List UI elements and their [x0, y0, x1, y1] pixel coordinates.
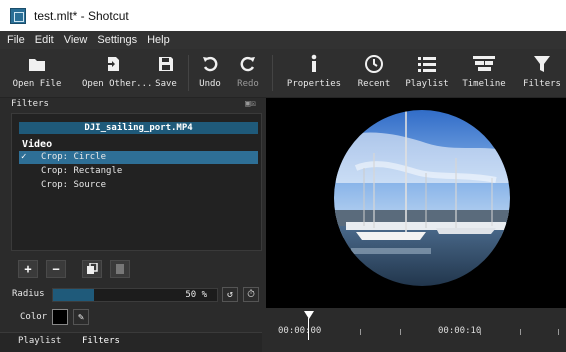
video-frame [334, 110, 510, 286]
redo-button[interactable]: Redo [234, 51, 262, 95]
timecode-ruler[interactable]: 00:00:00 00:00:10 [276, 311, 566, 341]
reset-icon: ↺ [226, 289, 234, 300]
filter-enabled-checkbox[interactable]: ✓ [21, 151, 31, 164]
playlist-button[interactable]: Playlist [404, 51, 450, 95]
filter-item-label: Crop: Rectangle [41, 166, 123, 176]
undo-button[interactable]: Undo [196, 51, 224, 95]
bottom-dock-tabs: Playlist Filters [0, 332, 262, 352]
filters-button[interactable]: Filters [520, 51, 564, 95]
menu-edit[interactable]: Edit [35, 34, 54, 46]
title-bar: test.mlt* - Shotcut [0, 0, 566, 31]
properties-label: Properties [286, 79, 342, 89]
window-title: test.mlt* - Shotcut [34, 8, 129, 23]
recent-button[interactable]: Recent [354, 51, 394, 95]
menu-help[interactable]: Help [147, 34, 170, 46]
playhead-marker[interactable] [304, 311, 314, 319]
radius-slider-fill [53, 289, 94, 301]
reset-radius-button[interactable]: ↺ [222, 287, 238, 302]
ruler-tick [360, 329, 361, 335]
ruler-tick [480, 329, 481, 335]
toolbar-separator [188, 55, 189, 91]
toolbar-separator [272, 55, 273, 91]
tab-playlist[interactable]: Playlist [18, 336, 61, 346]
ruler-tick [520, 329, 521, 335]
circle-crop-frame [334, 110, 510, 286]
open-other-label: Open Other... [82, 79, 153, 89]
filters-label: Filters [523, 79, 561, 89]
clock-icon [354, 51, 394, 77]
save-icon [152, 51, 180, 77]
radius-param: Radius 50 % ↺ ⏱ [0, 287, 262, 303]
dock-buttons: ▣☒ [245, 99, 256, 109]
video-filters-heading: Video [22, 139, 53, 150]
save-label: Save [155, 79, 177, 89]
filter-item-label: Crop: Circle [41, 152, 107, 162]
menu-file[interactable]: File [7, 34, 25, 46]
open-file-button[interactable]: Open File [10, 51, 64, 95]
timeline-button[interactable]: Timeline [462, 51, 506, 95]
timecode-start: 00:00:00 [278, 326, 322, 336]
tab-filters[interactable]: Filters [82, 336, 120, 346]
timecode-10s: 00:00:10 [438, 326, 482, 336]
open-other-button[interactable]: Open Other... [82, 51, 153, 95]
recent-label: Recent [357, 79, 391, 89]
main-toolbar: Open File Open Other... Save Undo Redo P… [0, 49, 566, 98]
folder-icon [10, 51, 64, 77]
eyedropper-icon: ✎ [77, 311, 85, 323]
radius-slider[interactable]: 50 % [52, 288, 218, 302]
radius-value: 50 % [185, 290, 207, 300]
color-param: Color ✎ [0, 308, 262, 326]
remove-filter-button[interactable]: − [46, 260, 66, 278]
video-viewer[interactable] [266, 98, 566, 308]
copy-filter-button[interactable] [82, 260, 102, 278]
color-swatch-button[interactable] [52, 309, 68, 325]
plus-icon: + [24, 262, 32, 276]
save-button[interactable]: Save [152, 51, 180, 95]
open-file-label: Open File [12, 79, 62, 89]
radius-label: Radius [12, 289, 45, 299]
ruler-tick [558, 329, 559, 335]
color-label: Color [20, 312, 48, 322]
add-filter-button[interactable]: + [18, 260, 38, 278]
copy-icon [87, 263, 98, 274]
filters-dock-title: Filters [11, 99, 49, 109]
keyframe-radius-button[interactable]: ⏱ [243, 287, 259, 302]
open-other-icon [82, 51, 144, 77]
list-icon [404, 51, 450, 77]
filter-item-crop-rectangle[interactable]: Crop: Rectangle [19, 165, 258, 178]
scrub-bar[interactable]: 00:00:00 00:00:10 [266, 308, 566, 351]
playlist-label: Playlist [405, 79, 449, 89]
stopwatch-icon: ⏱ [247, 289, 255, 300]
info-icon [284, 51, 344, 77]
funnel-icon [520, 51, 564, 77]
menu-bar: File Edit View Settings Help [0, 31, 566, 49]
shotcut-app-icon [10, 7, 26, 24]
playhead-line [308, 318, 309, 340]
clip-name: DJI_sailing_port.MP4 [19, 122, 258, 134]
filter-item-crop-circle[interactable]: ✓ Crop: Circle [19, 151, 258, 164]
menu-settings[interactable]: Settings [97, 34, 137, 46]
paste-icon [116, 264, 124, 274]
close-icon[interactable]: ☒ [251, 99, 256, 109]
filters-dock-header: Filters ▣☒ [0, 98, 262, 112]
menu-view[interactable]: View [64, 34, 88, 46]
undo-icon [196, 51, 224, 77]
properties-button[interactable]: Properties [284, 51, 344, 95]
color-picker-button[interactable]: ✎ [73, 309, 89, 325]
timeline-icon [462, 51, 506, 77]
paste-filter-button[interactable] [110, 260, 130, 278]
filter-item-crop-source[interactable]: Crop: Source [19, 179, 258, 192]
filter-list-panel: DJI_sailing_port.MP4 Video ✓ Crop: Circl… [11, 113, 262, 251]
undo-label: Undo [199, 79, 221, 89]
filter-item-label: Crop: Source [41, 180, 107, 190]
redo-label: Redo [237, 79, 259, 89]
ruler-tick [400, 329, 401, 335]
redo-icon [234, 51, 262, 77]
timeline-label: Timeline [462, 79, 506, 89]
minus-icon: − [52, 262, 60, 276]
